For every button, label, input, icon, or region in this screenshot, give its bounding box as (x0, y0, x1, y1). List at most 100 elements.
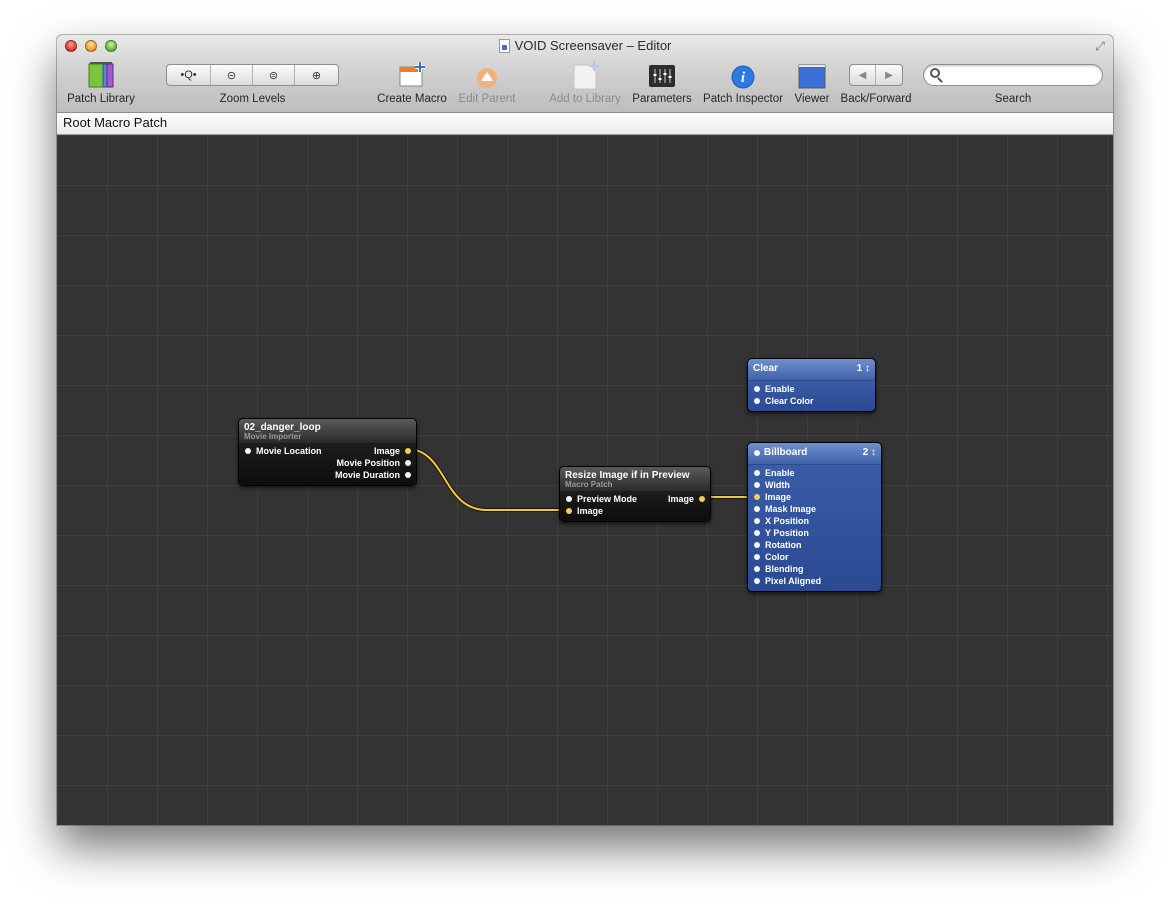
input-port-color[interactable]: Color (748, 551, 881, 563)
cable-movie-to-resize[interactable] (406, 447, 569, 512)
port-dot[interactable] (754, 542, 760, 548)
port-dot[interactable] (566, 508, 572, 514)
input-port-clear-color[interactable]: Clear Color (748, 395, 875, 407)
parameters-label: Parameters (632, 93, 692, 105)
layer-order-stepper[interactable]: 2 ↕ (863, 447, 876, 458)
port-dot[interactable] (405, 448, 411, 454)
port-dot[interactable] (754, 494, 760, 500)
patch-clear[interactable]: Clear 1 ↕ Enable Clear Color (747, 358, 876, 412)
patch-header[interactable]: Resize Image if in Preview Macro Patch (560, 467, 710, 491)
patch-billboard[interactable]: Billboard 2 ↕ Enable Width Image Mask Image… (747, 442, 882, 592)
patch-inspector-label: Patch Inspector (703, 93, 783, 105)
port-label: Width (765, 480, 790, 490)
zoom-fit-button[interactable]: •Q• (167, 65, 211, 85)
create-macro-button[interactable]: Create Macro (375, 61, 449, 105)
port-label: Mask Image (765, 504, 817, 514)
patch-editor-canvas[interactable]: 02_danger_loop Movie Importer Movie Loca… (57, 135, 1113, 825)
port-label: Image (373, 446, 400, 456)
back-forward-label: Back/Forward (840, 93, 912, 105)
title-bar: VOID Screensaver – Editor ⤢ Patch Librar… (57, 35, 1113, 113)
zoom-actual-button[interactable]: ⊜ (253, 65, 295, 85)
add-to-library-button[interactable]: Add to Library (545, 61, 625, 105)
input-port-preview-mode[interactable]: Preview Mode (560, 493, 710, 505)
zoom-segmented-control: •Q• ⊝ ⊜ ⊕ (166, 64, 339, 86)
editor-window: VOID Screensaver – Editor ⤢ Patch Librar… (57, 35, 1113, 825)
patch-inspector-button[interactable]: i Patch Inspector (700, 61, 786, 105)
port-label: Y Position (765, 528, 809, 538)
port-dot[interactable] (405, 460, 411, 466)
port-dot[interactable] (754, 554, 760, 560)
port-dot[interactable] (405, 472, 411, 478)
port-label: Image (577, 506, 604, 516)
port-label: Enable (765, 384, 795, 394)
input-port-y-position[interactable]: Y Position (748, 527, 881, 539)
layer-order-stepper[interactable]: 1 ↕ (857, 363, 870, 374)
patch-title: Billboard (764, 447, 808, 458)
input-port-pixel-aligned[interactable]: Pixel Aligned (748, 575, 881, 587)
port-dot[interactable] (754, 578, 760, 584)
edit-parent-label: Edit Parent (458, 93, 516, 105)
patch-movie-importer[interactable]: 02_danger_loop Movie Importer Movie Loca… (238, 418, 417, 486)
port-label: Rotation (765, 540, 802, 550)
window-title-text: VOID Screensaver – Editor (514, 38, 672, 53)
zoom-out-button[interactable]: ⊝ (211, 65, 253, 85)
add-to-library-label: Add to Library (549, 93, 621, 105)
forward-button[interactable]: ▶ (876, 65, 902, 85)
input-port-image[interactable]: Image (748, 491, 881, 503)
port-dot[interactable] (754, 566, 760, 572)
output-port-image[interactable]: Image (239, 445, 416, 457)
output-port-movie-position[interactable]: Movie Position (239, 457, 416, 469)
search-input[interactable] (923, 64, 1103, 86)
patch-library-button[interactable]: Patch Library (66, 61, 136, 105)
input-port-x-position[interactable]: X Position (748, 515, 881, 527)
port-dot[interactable] (754, 518, 760, 524)
output-port-movie-duration[interactable]: Movie Duration (239, 469, 416, 481)
input-port-image[interactable]: Image (560, 505, 710, 517)
viewer-button[interactable]: Viewer (790, 61, 834, 105)
enable-dot (754, 450, 760, 456)
search-icon (930, 68, 940, 78)
port-dot[interactable] (566, 496, 572, 502)
patch-header[interactable]: 02_danger_loop Movie Importer (239, 419, 416, 443)
cable-movie-to-resize-highlight (406, 448, 569, 511)
port-dot[interactable] (754, 470, 760, 476)
zoom-levels-label: Zoom Levels (219, 93, 286, 105)
patch-ports: Enable Clear Color (748, 381, 875, 411)
patch-type: Macro Patch (565, 480, 613, 489)
input-port-mask-image[interactable]: Mask Image (748, 503, 881, 515)
create-macro-label: Create Macro (377, 93, 447, 105)
input-port-enable[interactable]: Enable (748, 467, 881, 479)
info-icon: i (731, 65, 755, 89)
port-label: Preview Mode (577, 494, 638, 504)
parameters-button[interactable]: Parameters (631, 61, 693, 105)
input-port-enable[interactable]: Enable (748, 383, 875, 395)
back-forward-segmented: ◀ ▶ (849, 64, 903, 86)
port-dot[interactable] (754, 530, 760, 536)
port-dot[interactable] (754, 398, 760, 404)
add-document-icon (573, 61, 599, 90)
patch-ports: Movie Location Image Movie Position Movi… (239, 443, 416, 485)
patch-ports: Image Preview Mode Image (560, 491, 710, 521)
port-dot[interactable] (754, 506, 760, 512)
create-macro-icon (399, 62, 425, 87)
edit-parent-button[interactable]: Edit Parent (455, 61, 519, 105)
fullscreen-icon[interactable]: ⤢ (1093, 39, 1107, 53)
input-port-width[interactable]: Width (748, 479, 881, 491)
patch-resize-macro[interactable]: Resize Image if in Preview Macro Patch I… (559, 466, 711, 522)
zoom-in-button[interactable]: ⊕ (295, 65, 338, 85)
port-dot[interactable] (754, 386, 760, 392)
breadcrumb: Root Macro Patch (57, 113, 1113, 135)
back-button[interactable]: ◀ (850, 65, 876, 85)
patch-header[interactable]: Billboard 2 ↕ (748, 443, 881, 465)
port-label: Image (765, 492, 792, 502)
sliders-icon (649, 65, 675, 87)
zoom-levels-control: •Q• ⊝ ⊜ ⊕ Zoom Levels (166, 61, 339, 105)
patch-header[interactable]: Clear 1 ↕ (748, 359, 875, 381)
breadcrumb-root-macro-patch[interactable]: Root Macro Patch (63, 115, 167, 130)
input-port-blending[interactable]: Blending (748, 563, 881, 575)
back-forward-control: ◀ ▶ Back/Forward (840, 61, 912, 105)
up-triangle-icon (477, 68, 497, 88)
window-title: VOID Screensaver – Editor (57, 38, 1113, 53)
port-dot[interactable] (754, 482, 760, 488)
input-port-rotation[interactable]: Rotation (748, 539, 881, 551)
